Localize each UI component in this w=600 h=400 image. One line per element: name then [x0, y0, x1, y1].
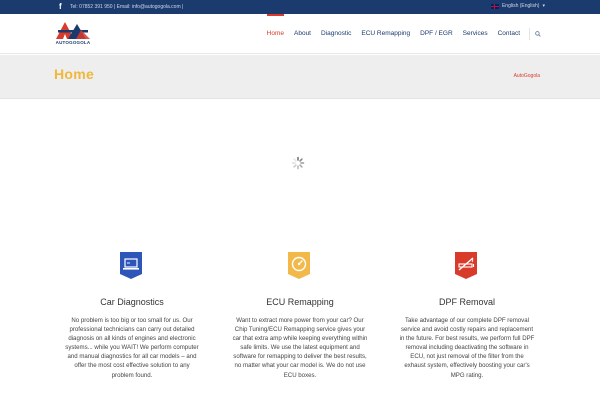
- contact-info: Tel: 07852 391 950 | Email: info@autogog…: [70, 4, 184, 10]
- laptop-icon[interactable]: [116, 250, 146, 280]
- language-label: English (English): [501, 3, 540, 9]
- chevron-down-icon: ▾: [542, 3, 545, 9]
- dashboard-icon[interactable]: [284, 250, 314, 280]
- top-bar: f Tel: 07852 391 950 | Email: info@autog…: [0, 0, 600, 14]
- site-header: AUTOGOGOLA Home About Diagnostic ECU Rem…: [0, 14, 600, 54]
- no-smoking-icon[interactable]: [451, 250, 481, 280]
- feature-title: ECU Remapping: [266, 297, 334, 307]
- language-switcher[interactable]: English (English) ▾: [490, 3, 545, 9]
- facebook-icon[interactable]: f: [59, 2, 65, 11]
- uk-flag-icon: [490, 3, 499, 9]
- logo-text: AUTOGOGOLA: [55, 40, 91, 45]
- nav-dpf-egr[interactable]: DPF / EGR: [415, 14, 458, 54]
- feature-title: DPF Removal: [438, 297, 495, 307]
- feature-description: Take advantage of our complete DPF remov…: [399, 317, 535, 379]
- nav-services[interactable]: Services: [458, 14, 493, 54]
- breadcrumb[interactable]: AutoGogola: [514, 73, 540, 79]
- search-icon[interactable]: [530, 14, 546, 54]
- nav-ecu-remapping[interactable]: ECU Remapping: [356, 14, 415, 54]
- nav-home[interactable]: Home: [262, 14, 289, 54]
- feature-description: No problem is too big or too small for u…: [65, 317, 199, 379]
- logo-mark-icon: [56, 22, 90, 39]
- nav-diagnostic[interactable]: Diagnostic: [316, 14, 356, 54]
- loading-spinner-icon: [291, 156, 305, 170]
- nav-contact[interactable]: Contact: [493, 14, 525, 54]
- logo[interactable]: AUTOGOGOLA: [54, 20, 92, 48]
- nav-about[interactable]: About: [289, 14, 316, 54]
- main-nav: Home About Diagnostic ECU Remapping DPF …: [262, 14, 546, 54]
- page-title: Home: [54, 66, 95, 82]
- page-title-bar: Home AutoGogola: [0, 55, 600, 99]
- feature-description: Want to extract more power from your car…: [232, 317, 368, 379]
- feature-title: Car Diagnostics: [100, 297, 164, 307]
